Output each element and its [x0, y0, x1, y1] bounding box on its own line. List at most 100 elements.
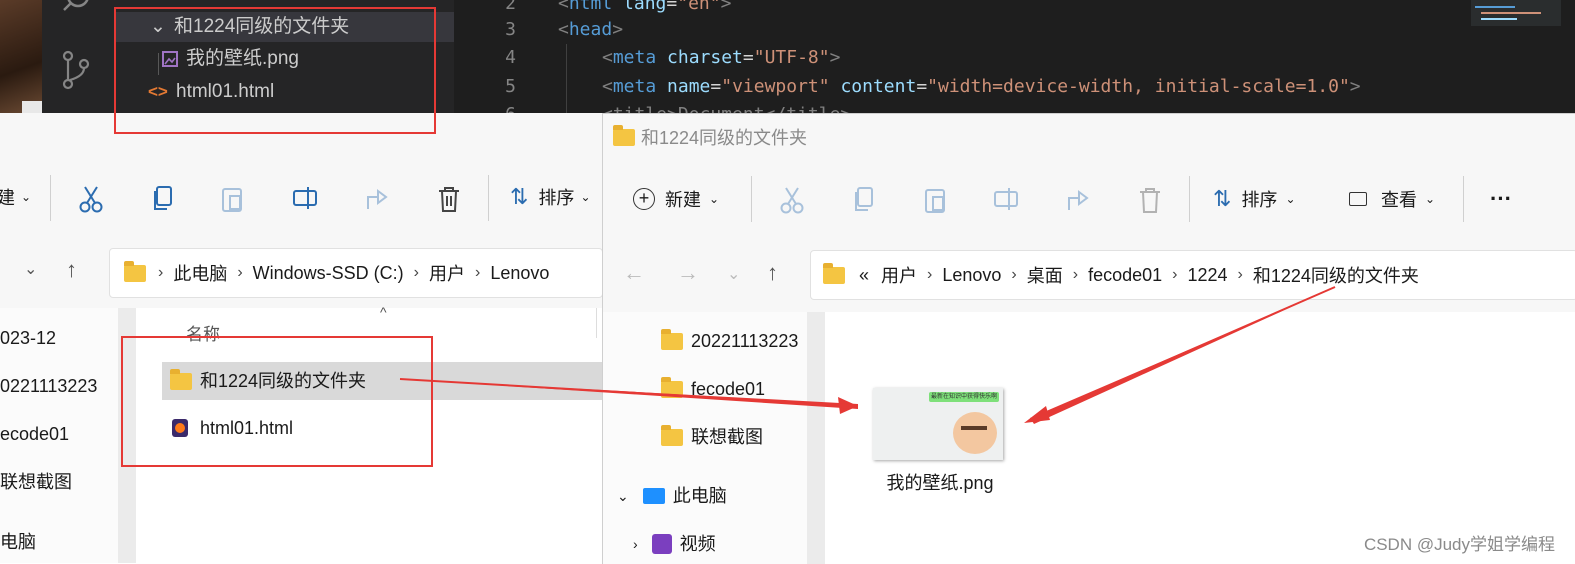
breadcrumb[interactable]: 和1224同级的文件夹: [1253, 262, 1419, 288]
file-content-area: 最新在知识中获得快乐啊 我的壁纸.png: [825, 312, 1575, 564]
paste-icon[interactable]: [923, 186, 949, 214]
nav-scrollbar[interactable]: [807, 312, 825, 564]
nav-item[interactable]: 0221113223: [0, 371, 97, 401]
nav-item[interactable]: fecode01: [661, 374, 765, 404]
up-arrow-icon[interactable]: ↑: [66, 257, 77, 283]
tree-truncated-row: —: [174, 0, 214, 5]
more-options-button[interactable]: ···: [1479, 179, 1523, 219]
share-icon[interactable]: [1065, 186, 1093, 214]
paste-icon[interactable]: [220, 185, 246, 213]
minimap-line: [1475, 6, 1515, 8]
code-line: <meta name="viewport" content="width=dev…: [602, 76, 1361, 97]
sort-button[interactable]: ⇅ 排序 ⌄: [1213, 179, 1313, 219]
delete-icon[interactable]: [1137, 186, 1163, 214]
window-corner: [22, 101, 42, 113]
copy-icon[interactable]: [851, 186, 877, 214]
minimap[interactable]: [1459, 0, 1575, 113]
overflow-breadcrumb[interactable]: «: [859, 265, 869, 286]
forward-arrow-icon[interactable]: →: [677, 260, 699, 286]
up-arrow-icon[interactable]: ↑: [767, 260, 778, 286]
back-arrow-icon[interactable]: ←: [623, 260, 645, 286]
cut-icon[interactable]: [779, 186, 805, 214]
thumbnail-character-eyes: [961, 426, 987, 430]
source-control-icon[interactable]: [58, 50, 94, 90]
videos-icon: [651, 534, 672, 554]
breadcrumb[interactable]: 用户: [429, 260, 465, 286]
chevron-right-icon: ›: [1172, 266, 1178, 283]
folder-icon: [613, 124, 635, 146]
search-icon[interactable]: [60, 0, 94, 18]
folder-icon: [823, 262, 845, 284]
watermark: CSDN @Judy学姐学编程: [1363, 535, 1555, 554]
nav-item[interactable]: 20221113223: [661, 326, 798, 356]
address-bar[interactable]: « 用户 › Lenovo › 桌面 › fecode01 › 1224 › 和…: [810, 250, 1575, 300]
chevron-right-icon: ›: [1237, 266, 1243, 283]
nav-item[interactable]: 联想截图: [661, 422, 763, 452]
breadcrumb[interactable]: 此电脑: [173, 260, 227, 286]
breadcrumb[interactable]: 桌面: [1027, 262, 1063, 288]
chevron-right-icon: ›: [1011, 266, 1017, 283]
recent-locations-icon[interactable]: ⌄: [727, 264, 740, 284]
sort-icon: ⇅: [1213, 186, 1232, 211]
line-number-gutter: 2 3 4 5 6: [454, 0, 554, 125]
column-divider[interactable]: [596, 308, 597, 338]
chevron-down-icon: ⌄: [617, 488, 629, 504]
folder-icon: [661, 328, 683, 350]
toolbar-separator: [1463, 176, 1464, 222]
activity-bar: [22, 0, 114, 113]
new-button[interactable]: 建 ⌄: [0, 177, 34, 217]
rename-icon[interactable]: [292, 185, 320, 213]
share-icon[interactable]: [364, 185, 392, 213]
nav-item-videos[interactable]: › 视频: [633, 529, 716, 559]
line-number: 4: [505, 47, 516, 68]
view-button[interactable]: 查看 ⌄: [1349, 179, 1445, 219]
chevron-right-icon: ›: [633, 536, 638, 552]
breadcrumb[interactable]: Lenovo: [942, 265, 1001, 286]
breadcrumb[interactable]: Lenovo: [490, 263, 549, 284]
line-number: 5: [505, 76, 516, 97]
code-editor[interactable]: <html lang="en"> <head> <meta charset="U…: [554, 0, 1459, 125]
toolbar-separator: [751, 176, 752, 222]
nav-item[interactable]: 联想截图: [0, 467, 72, 497]
toolbar: 建 ⌄ ⇅ 排序 ⌄: [0, 165, 602, 231]
nav-item[interactable]: ecode01: [0, 419, 69, 449]
chevron-right-icon: ›: [1072, 266, 1079, 283]
thumbnail-character: [953, 412, 997, 454]
toolbar-separator: [50, 175, 51, 221]
toolbar-separator: [488, 175, 489, 221]
breadcrumb[interactable]: fecode01: [1088, 265, 1162, 286]
thumbnail-caption: 最新在知识中获得快乐啊: [929, 392, 999, 402]
minimap-line: [1481, 18, 1517, 20]
folder-icon: [124, 260, 146, 282]
address-bar[interactable]: › 此电脑 › Windows-SSD (C:) › 用户 › Lenovo: [109, 248, 603, 298]
breadcrumb[interactable]: 用户: [881, 262, 917, 288]
window-title: 和1224同级的文件夹: [613, 124, 807, 150]
copy-icon[interactable]: [150, 185, 176, 213]
delete-icon[interactable]: [436, 185, 462, 213]
toolbar: + 新建 ⌄ ⇅ 排序 ⌄ 查看 ⌄ ···: [603, 166, 1575, 232]
rename-icon[interactable]: [993, 186, 1021, 214]
navigation-pane: 20221113223 fecode01 联想截图 ⌄ 此电脑 › 视频: [603, 312, 807, 564]
file-explorer-right: 和1224同级的文件夹 + 新建 ⌄ ⇅ 排序 ⌄ 查看 ⌄ ··· ← → ⌄ ↑ « …: [602, 113, 1575, 564]
chevron-right-icon: ›: [413, 264, 419, 281]
navigation-pane: 023-12 0221113223 ecode01 联想截图 电脑: [0, 308, 118, 563]
nav-item[interactable]: 023-12: [0, 323, 56, 353]
nav-item[interactable]: 电脑: [0, 527, 36, 557]
sort-button[interactable]: ⇅ 排序 ⌄: [510, 177, 602, 217]
nav-item-this-pc[interactable]: ⌄ 此电脑: [617, 481, 727, 511]
new-button[interactable]: + 新建 ⌄: [633, 179, 729, 219]
file-name[interactable]: 我的壁纸.png: [865, 469, 1015, 495]
code-line: <meta charset="UTF-8">: [602, 47, 841, 68]
wallpaper-thumbnail[interactable]: 最新在知识中获得快乐啊: [873, 388, 1003, 460]
annotation-box-vscode: [114, 7, 436, 134]
breadcrumb[interactable]: Windows-SSD (C:): [253, 263, 404, 284]
folder-icon: [661, 424, 683, 446]
chevron-right-icon: ›: [927, 266, 933, 283]
recent-locations-icon[interactable]: ⌄: [24, 259, 37, 279]
chevron-right-icon: ›: [158, 264, 164, 281]
cut-icon[interactable]: [78, 185, 104, 213]
chevron-right-icon: ›: [237, 264, 243, 281]
chevron-right-icon: ›: [475, 264, 481, 281]
breadcrumb[interactable]: 1224: [1187, 265, 1227, 286]
annotation-box-files: [121, 336, 433, 467]
